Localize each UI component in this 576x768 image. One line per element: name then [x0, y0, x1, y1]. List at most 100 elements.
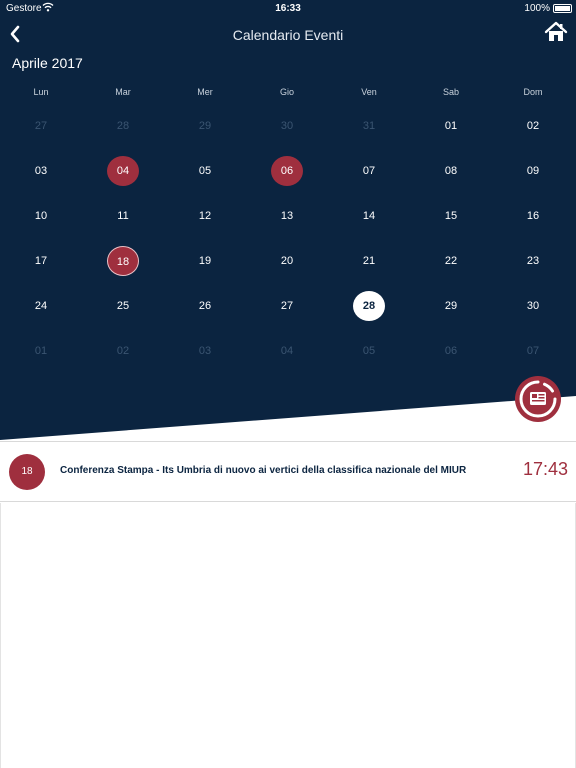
calendar-day-number: 04 [280, 345, 294, 357]
calendar-day[interactable]: 27 [246, 283, 328, 328]
calendar-day-number: 23 [526, 255, 540, 267]
calendar-day-number: 07 [362, 165, 376, 177]
month-selector[interactable]: Aprile 2017 [12, 55, 83, 71]
calendar-day-number: 03 [198, 345, 212, 357]
calendar-day[interactable]: 22 [410, 238, 492, 283]
calendar-day-number: 03 [34, 165, 48, 177]
calendar-day[interactable]: 23 [492, 238, 574, 283]
navigation-bar: Calendario Eventi [0, 18, 576, 52]
page-title: Calendario Eventi [232, 27, 344, 43]
calendar-day-number: 09 [526, 165, 540, 177]
calendar-day-number: 17 [34, 255, 48, 267]
calendar-day[interactable]: 28 [82, 103, 164, 148]
calendar-day[interactable]: 06 [410, 328, 492, 373]
calendar-day-number: 26 [198, 300, 212, 312]
weekday-label: Gio [279, 87, 294, 97]
calendar-day[interactable]: 20 [246, 238, 328, 283]
weekday-header: Lun Mar Mer Gio Ven Sab Dom [0, 87, 576, 101]
calendar-day[interactable]: 01 [0, 328, 82, 373]
calendar-day-number: 28 [353, 291, 385, 321]
calendar-day[interactable]: 02 [82, 328, 164, 373]
calendar-day[interactable]: 07 [328, 148, 410, 193]
calendar-day[interactable]: 17 [0, 238, 82, 283]
calendar-day-number: 27 [34, 120, 48, 132]
calendar-day-number: 01 [444, 120, 458, 132]
weekday-label: Mer [197, 87, 213, 97]
calendar-day[interactable]: 10 [0, 193, 82, 238]
calendar-day[interactable]: 19 [164, 238, 246, 283]
status-time: 16:33 [275, 3, 301, 14]
weekday-label: Mar [115, 87, 131, 97]
calendar-day-number: 22 [444, 255, 458, 267]
calendar-day-number: 31 [362, 120, 376, 132]
battery-icon [553, 4, 572, 13]
calendar-day[interactable]: 02 [492, 103, 574, 148]
calendar-day[interactable]: 09 [492, 148, 574, 193]
calendar-day[interactable]: 03 [164, 328, 246, 373]
calendar-day[interactable]: 13 [246, 193, 328, 238]
event-list-empty-area [0, 503, 576, 768]
calendar-day[interactable]: 14 [328, 193, 410, 238]
calendar-day[interactable]: 07 [492, 328, 574, 373]
calendar-day-number: 25 [116, 300, 130, 312]
calendar-day-number: 08 [444, 165, 458, 177]
calendar-day-number: 27 [280, 300, 294, 312]
weekday-label: Lun [33, 87, 49, 97]
weekday-label: Sab [442, 87, 459, 97]
calendar-day[interactable]: 12 [164, 193, 246, 238]
calendar-day[interactable]: 30 [492, 283, 574, 328]
calendar-day-number: 29 [444, 300, 458, 312]
calendar-day[interactable]: 08 [410, 148, 492, 193]
calendar-day[interactable]: 27 [0, 103, 82, 148]
calendar-day[interactable]: 29 [410, 283, 492, 328]
calendar-day[interactable]: 28 [328, 283, 410, 328]
calendar-day-number: 21 [362, 255, 376, 267]
calendar-day-number: 10 [34, 210, 48, 222]
calendar-day[interactable]: 30 [246, 103, 328, 148]
calendar-day-number: 29 [198, 120, 212, 132]
calendar-day[interactable]: 16 [492, 193, 574, 238]
calendar-day[interactable]: 04 [82, 148, 164, 193]
calendar-day[interactable]: 01 [410, 103, 492, 148]
calendar-day-number: 02 [526, 120, 540, 132]
calendar-day-number: 07 [526, 345, 540, 357]
calendar-day[interactable]: 24 [0, 283, 82, 328]
calendar-day-number: 04 [107, 156, 139, 186]
home-button[interactable] [544, 20, 568, 44]
calendar-day-number: 18 [107, 246, 139, 276]
calendar-day-number: 14 [362, 210, 376, 222]
status-bar: Gestore 16:33 100% [0, 0, 576, 16]
event-title: Conferenza Stampa - Its Umbria di nuovo … [60, 465, 467, 476]
calendar-day-number: 24 [34, 300, 48, 312]
calendar-day-number: 12 [198, 210, 212, 222]
calendar-day[interactable]: 25 [82, 283, 164, 328]
calendar-day[interactable]: 29 [164, 103, 246, 148]
diagonal-divider [0, 396, 576, 446]
calendar-day[interactable]: 05 [164, 148, 246, 193]
weekday-label: Dom [523, 87, 543, 97]
calendar-day-number: 11 [117, 210, 129, 222]
home-icon [544, 21, 568, 41]
calendar-days-grid: 27 28 29 30 31 01 02 03 04 05 06 07 08 09 10 11 12 13 14 15… [0, 103, 576, 373]
calendar-day-number: 20 [280, 255, 294, 267]
calendar-day[interactable]: 15 [410, 193, 492, 238]
calendar-day[interactable]: 05 [328, 328, 410, 373]
calendar-day-number: 06 [271, 156, 303, 186]
calendar-day[interactable]: 04 [246, 328, 328, 373]
calendar-day[interactable]: 06 [246, 148, 328, 193]
calendar-day[interactable]: 26 [164, 283, 246, 328]
news-fab-button[interactable] [515, 376, 561, 422]
calendar-day[interactable]: 11 [82, 193, 164, 238]
calendar-day[interactable]: 21 [328, 238, 410, 283]
event-list-item[interactable]: 18 Conferenza Stampa - Its Umbria di nuo… [0, 441, 576, 502]
calendar-day-number: 06 [444, 345, 458, 357]
calendar-day-number: 05 [362, 345, 376, 357]
weekday-label: Ven [361, 87, 377, 97]
calendar-day-number: 30 [280, 120, 294, 132]
calendar-day[interactable]: 03 [0, 148, 82, 193]
calendar-day-number: 28 [116, 120, 130, 132]
calendar-day-number: 30 [526, 300, 540, 312]
calendar-day[interactable]: 18 [82, 238, 164, 283]
calendar-day[interactable]: 31 [328, 103, 410, 148]
calendar-day-number: 05 [198, 165, 212, 177]
